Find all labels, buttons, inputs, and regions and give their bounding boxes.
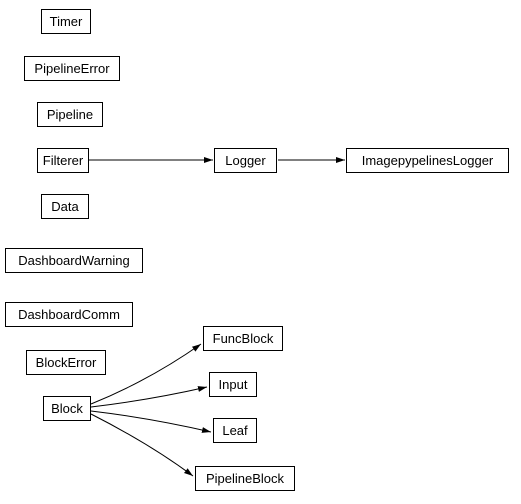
node-block: Block (43, 396, 91, 421)
node-label: Data (51, 199, 78, 214)
node-pipeline-block: PipelineBlock (195, 466, 295, 491)
node-label: BlockError (36, 355, 97, 370)
node-label: DashboardComm (18, 307, 120, 322)
node-block-error: BlockError (26, 350, 106, 375)
node-label: Filterer (43, 153, 83, 168)
node-label: Pipeline (47, 107, 93, 122)
node-pipeline-error: PipelineError (24, 56, 120, 81)
node-label: Block (51, 401, 83, 416)
node-pipeline: Pipeline (37, 102, 103, 127)
node-label: ImagepypelinesLogger (362, 153, 494, 168)
node-logger: Logger (214, 148, 277, 173)
node-leaf: Leaf (213, 418, 257, 443)
node-timer: Timer (41, 9, 91, 34)
node-dashboard-comm: DashboardComm (5, 302, 133, 327)
node-label: FuncBlock (213, 331, 274, 346)
node-label: DashboardWarning (18, 253, 130, 268)
node-data: Data (41, 194, 89, 219)
node-label: PipelineError (34, 61, 109, 76)
node-func-block: FuncBlock (203, 326, 283, 351)
node-filterer: Filterer (37, 148, 89, 173)
node-label: Input (219, 377, 248, 392)
node-label: Timer (50, 14, 83, 29)
node-imagepypelines-logger: ImagepypelinesLogger (346, 148, 509, 173)
node-label: Logger (225, 153, 265, 168)
node-input: Input (209, 372, 257, 397)
node-label: PipelineBlock (206, 471, 284, 486)
node-dashboard-warning: DashboardWarning (5, 248, 143, 273)
node-label: Leaf (222, 423, 247, 438)
